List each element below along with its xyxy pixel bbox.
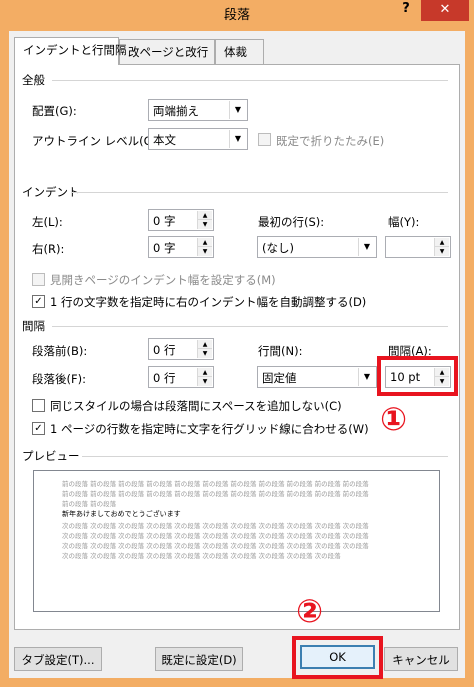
spin-down-icon[interactable]: ▼: [198, 349, 212, 358]
general-heading: 全般: [22, 73, 45, 87]
line-spacing-value: 固定値: [262, 371, 297, 385]
first-line-select[interactable]: (なし) ▼: [257, 236, 377, 258]
tabs-settings-button[interactable]: タブ設定(T)...: [14, 647, 102, 671]
line-spacing-label: 行間(N):: [258, 344, 303, 358]
spin-up-icon[interactable]: ▲: [198, 368, 212, 377]
indent-right-stepper[interactable]: 0 字 ▲ ▼: [148, 236, 214, 258]
tab-typography[interactable]: 体裁: [215, 39, 264, 64]
chevron-down-icon: ▼: [229, 130, 246, 148]
space-before-label: 段落前(B):: [32, 344, 88, 358]
preview-current-paragraph: 新年あけましておめでとうございます: [62, 510, 181, 518]
spacing-divider: [52, 326, 448, 327]
highlight-spacing-at: [377, 356, 458, 396]
collapse-label: 既定で折りたたみ(E): [276, 134, 385, 148]
spin-up-icon[interactable]: ▲: [198, 238, 212, 247]
alignment-select[interactable]: 両端揃え ▼: [148, 99, 248, 121]
outline-level-label: アウトライン レベル(O):: [32, 134, 162, 148]
tab-indent-spacing[interactable]: インデントと行間隔: [14, 37, 127, 65]
chevron-down-icon: ▼: [229, 101, 246, 119]
chevron-down-icon: ▼: [358, 368, 375, 386]
indent-left-stepper[interactable]: 0 字 ▲ ▼: [148, 209, 214, 231]
general-divider: [52, 80, 448, 81]
spin-down-icon[interactable]: ▼: [198, 377, 212, 386]
spin-down-icon[interactable]: ▼: [198, 220, 212, 229]
auto-adjust-checkbox[interactable]: ✓: [32, 295, 45, 308]
preview-next-line: 次の段落 次の段落 次の段落 次の段落 次の段落 次の段落 次の段落 次の段落 …: [62, 532, 369, 540]
preview-prev-line: 前の段落 前の段落 前の段落 前の段落 前の段落 前の段落 前の段落 前の段落 …: [62, 480, 369, 488]
preview-next-line: 次の段落 次の段落 次の段落 次の段落 次の段落 次の段落 次の段落 次の段落 …: [62, 552, 341, 560]
chevron-down-icon: ▼: [358, 238, 375, 256]
snap-to-grid-label: 1 ページの行数を指定時に文字を行グリッド線に合わせる(W): [50, 422, 369, 436]
help-button[interactable]: ?: [393, 1, 419, 19]
indent-divider: [72, 192, 448, 193]
tab-page-break[interactable]: 改ページと改行: [119, 39, 215, 64]
no-space-same-style-label: 同じスタイルの場合は段落間にスペースを追加しない(C): [50, 399, 342, 413]
first-line-value: (なし): [262, 241, 294, 255]
indent-right-value: 0 字: [153, 241, 176, 255]
preview-next-line: 次の段落 次の段落 次の段落 次の段落 次の段落 次の段落 次の段落 次の段落 …: [62, 542, 369, 550]
width-label: 幅(Y):: [388, 215, 420, 229]
space-after-stepper[interactable]: 0 行 ▲ ▼: [148, 366, 214, 388]
indent-width-stepper[interactable]: ▲ ▼: [385, 236, 451, 258]
annotation-marker-1: ①: [380, 400, 408, 438]
outline-level-select[interactable]: 本文 ▼: [148, 128, 248, 150]
space-before-value: 0 行: [153, 343, 176, 357]
indent-right-label: 右(R):: [32, 242, 65, 256]
spin-up-icon[interactable]: ▲: [198, 340, 212, 349]
preview-next-line: 次の段落 次の段落 次の段落 次の段落 次の段落 次の段落 次の段落 次の段落 …: [62, 522, 369, 530]
space-before-stepper[interactable]: 0 行 ▲ ▼: [148, 338, 214, 360]
paragraph-dialog: 段落 ? ✕ インデントと行間隔 改ページと改行 体裁 全般 配置(G): 両端…: [0, 0, 474, 687]
mirror-indents-checkbox[interactable]: [32, 273, 45, 286]
cancel-button[interactable]: キャンセル: [384, 647, 458, 671]
mirror-indents-label: 見開きページのインデント幅を設定する(M): [50, 273, 276, 287]
line-spacing-select[interactable]: 固定値 ▼: [257, 366, 377, 388]
indent-heading: インデント: [22, 185, 80, 199]
alignment-label: 配置(G):: [32, 104, 77, 118]
first-line-label: 最初の行(S):: [258, 215, 325, 229]
spin-up-icon[interactable]: ▲: [198, 211, 212, 220]
preview-prev-line: 前の段落 前の段落: [62, 500, 117, 508]
set-as-default-button[interactable]: 既定に設定(D): [155, 647, 243, 671]
spin-down-icon[interactable]: ▼: [435, 247, 449, 256]
space-after-label: 段落後(F):: [32, 372, 86, 386]
indent-left-label: 左(L):: [32, 215, 63, 229]
preview-divider: [82, 456, 448, 457]
collapse-checkbox[interactable]: [258, 133, 271, 146]
snap-to-grid-checkbox[interactable]: ✓: [32, 422, 45, 435]
no-space-same-style-checkbox[interactable]: [32, 399, 45, 412]
close-button[interactable]: ✕: [421, 0, 469, 21]
outline-level-value: 本文: [153, 133, 176, 147]
spin-up-icon[interactable]: ▲: [435, 238, 449, 247]
space-after-value: 0 行: [153, 371, 176, 385]
spacing-heading: 間隔: [22, 319, 45, 333]
preview-heading: プレビュー: [22, 449, 80, 463]
preview-pane: 前の段落 前の段落 前の段落 前の段落 前の段落 前の段落 前の段落 前の段落 …: [33, 470, 440, 612]
preview-prev-line: 前の段落 前の段落 前の段落 前の段落 前の段落 前の段落 前の段落 前の段落 …: [62, 490, 369, 498]
spin-down-icon[interactable]: ▼: [198, 247, 212, 256]
highlight-ok-button: [292, 636, 383, 679]
annotation-marker-2: ②: [296, 592, 324, 630]
auto-adjust-label: 1 行の文字数を指定時に右のインデント幅を自動調整する(D): [50, 295, 367, 309]
alignment-value: 両端揃え: [153, 104, 199, 118]
indent-left-value: 0 字: [153, 214, 176, 228]
